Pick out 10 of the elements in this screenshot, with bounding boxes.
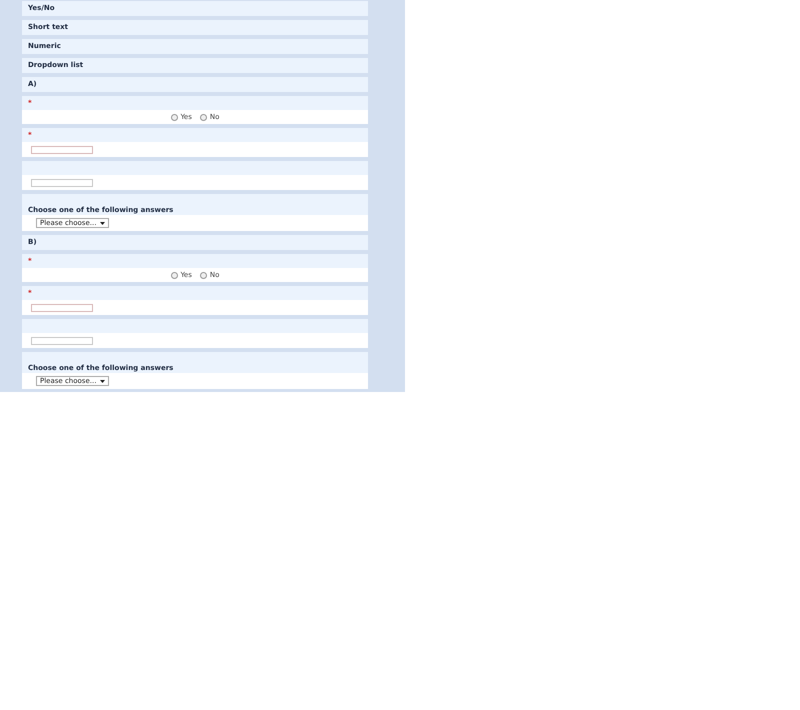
text-field[interactable] (31, 178, 93, 186)
radio-icon[interactable] (170, 114, 178, 120)
radio-icon[interactable] (170, 272, 178, 278)
radio-icon[interactable] (200, 114, 207, 120)
radio-icon[interactable] (200, 272, 207, 278)
text-field[interactable] (31, 304, 93, 312)
caret-icon (100, 222, 106, 224)
text-field[interactable] (31, 336, 93, 344)
text-field[interactable] (31, 146, 93, 154)
caret-icon (100, 380, 106, 382)
